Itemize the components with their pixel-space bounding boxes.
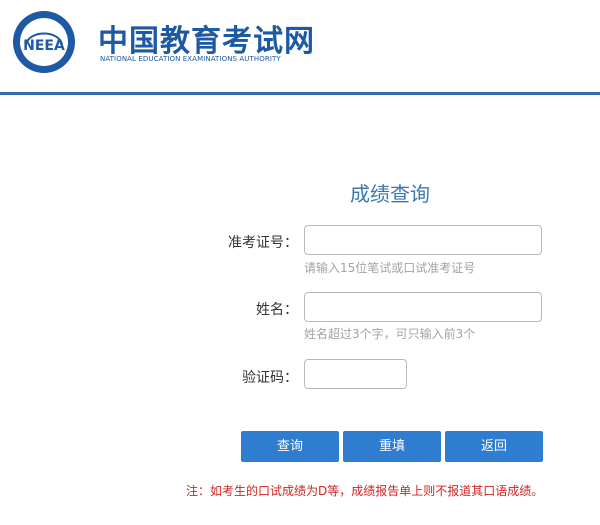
captcha-label: 验证码： bbox=[242, 370, 298, 386]
form-title: 成绩查询 bbox=[350, 182, 430, 206]
admission-number-hint: 请输入15位笔试或口试准考证号 bbox=[304, 261, 476, 275]
site-subtitle: NATIONAL EDUCATION EXAMINATIONS AUTHORIT… bbox=[100, 55, 281, 63]
captcha-input[interactable] bbox=[304, 359, 407, 389]
site-title: 中国教育考试网 bbox=[98, 24, 315, 59]
svg-text:NEEA: NEEA bbox=[23, 38, 65, 54]
score-note: 注：如考生的口试成绩为D等，成绩报告单上则不报道其口语成绩。 bbox=[186, 484, 544, 498]
name-input[interactable] bbox=[304, 292, 542, 322]
name-hint: 姓名超过3个字，可只输入前3个 bbox=[304, 327, 476, 341]
site-header: NEEA 中国教育考试网 NATIONAL EDUCATION EXAMINAT… bbox=[0, 0, 600, 92]
back-button[interactable]: 返回 bbox=[445, 431, 543, 462]
admission-number-input[interactable] bbox=[304, 225, 542, 255]
name-label: 姓名： bbox=[256, 302, 298, 318]
admission-number-label: 准考证号： bbox=[228, 235, 298, 251]
header-divider bbox=[0, 92, 600, 95]
neea-logo: NEEA bbox=[13, 11, 75, 73]
reset-button[interactable]: 重填 bbox=[343, 431, 441, 462]
query-button[interactable]: 查询 bbox=[241, 431, 339, 462]
